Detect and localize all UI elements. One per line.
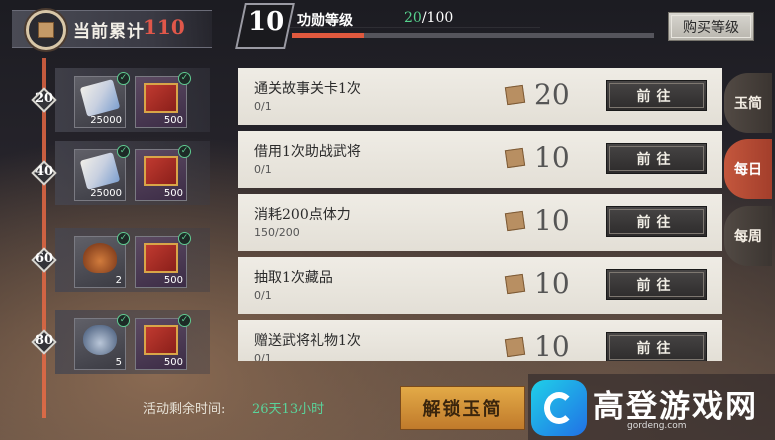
task-go-button[interactable]: 前往 [606,206,707,237]
claimed-check-icon: ✓ [117,314,130,327]
scroll-icon [79,152,121,190]
milestone-level: 80 [34,333,54,348]
task-go-button[interactable]: 前往 [606,80,707,111]
task-points: 10 [534,330,570,361]
treasure-chest-icon [144,243,178,273]
tab-weekly[interactable]: 每周 [724,206,772,266]
task-progress: 0/1 [254,100,272,113]
claimed-check-icon: ✓ [117,232,130,245]
task-points: 20 [534,78,570,111]
task-title: 通关故事关卡1次 [254,81,361,97]
level-divider [290,27,540,28]
claimed-check-icon: ✓ [117,72,130,85]
box-icon [504,147,526,169]
box-icon [504,273,526,295]
reward-item[interactable]: 25000 ✓ [74,72,130,128]
food-icon [83,243,117,273]
milestone-marker: 80 [22,329,66,355]
task-progress: 0/1 [254,352,272,361]
claimed-check-icon: ✓ [117,145,130,158]
milestone-marker: 60 [22,247,66,273]
task-title: 抽取1次藏品 [254,270,333,286]
watermark-text: 高登游戏网 [593,389,758,425]
tab-daily[interactable]: 每日 [724,139,772,199]
milestone-marker: 40 [22,160,66,186]
claimed-check-icon: ✓ [178,145,191,158]
reward-amount: 5 [115,357,122,368]
box-icon [504,84,526,106]
level-progress-text: 20/100 [404,10,453,26]
time-remaining-label: 活动剩余时间: [143,402,226,417]
reward-amount: 2 [115,275,122,286]
task-go-button[interactable]: 前往 [606,143,707,174]
task-row: 借用1次助战武将 0/1 10 前往 [238,131,722,188]
reward-item[interactable]: 500 ✓ [135,232,191,288]
task-points: 10 [534,267,570,300]
reward-item[interactable]: 2 ✓ [74,232,130,288]
reward-amount: 25000 [90,115,122,126]
level-progress-bar [292,33,654,38]
claimed-check-icon: ✓ [178,314,191,327]
box-icon [504,210,526,232]
level-number: 10 [248,7,285,37]
task-progress: 0/1 [254,163,272,176]
level-progress-current: 20 [404,10,422,26]
pouch-icon [83,325,117,355]
buy-level-button[interactable]: 购买等级 [668,12,754,41]
reward-item[interactable]: 5 ✓ [74,314,130,370]
unlock-button[interactable]: 解锁玉简 [400,386,525,430]
watermark-logo-icon [531,380,587,436]
task-row: 消耗200点体力 150/200 10 前往 [238,194,722,251]
reward-amount: 500 [163,115,183,126]
task-progress: 150/200 [254,226,300,239]
reward-amount: 500 [163,188,183,199]
reward-amount: 500 [163,357,183,368]
box-icon [504,336,526,358]
reward-amount: 500 [163,275,183,286]
reward-amount: 25000 [90,188,122,199]
reward-item[interactable]: 500 ✓ [135,145,191,201]
reward-item[interactable]: 500 ✓ [135,314,191,370]
task-title: 赠送武将礼物1次 [254,333,361,349]
time-remaining-value: 26天13小时 [252,402,325,417]
task-progress: 0/1 [254,289,272,302]
watermark-url: gordeng.com [627,421,687,431]
task-row: 通关故事关卡1次 0/1 20 前往 [238,68,722,125]
scroll-icon [79,79,121,117]
task-points: 10 [534,204,570,237]
task-go-button[interactable]: 前往 [606,332,707,361]
claimed-check-icon: ✓ [178,72,191,85]
claimed-check-icon: ✓ [178,232,191,245]
reward-item[interactable]: 25000 ✓ [74,145,130,201]
task-go-button[interactable]: 前往 [606,269,707,300]
tab-jade-slip[interactable]: 玉简 [724,73,772,133]
task-title: 消耗200点体力 [254,207,351,223]
level-progress-fill [292,33,365,38]
milestone-level: 20 [34,91,54,106]
task-title: 借用1次助战武将 [254,144,361,160]
milestone-marker: 20 [22,87,66,113]
treasure-chest-icon [144,156,178,186]
task-row: 抽取1次藏品 0/1 10 前往 [238,257,722,314]
level-progress-max: /100 [421,10,454,26]
reward-item[interactable]: 500 ✓ [135,72,191,128]
task-points: 10 [534,141,570,174]
box-icon [26,10,66,50]
milestone-level: 40 [34,164,54,179]
milestone-level: 60 [34,251,54,266]
treasure-chest-icon [144,83,178,113]
total-points-label: 当前累计 [73,22,145,42]
task-row: 赠送武将礼物1次 0/1 10 前往 [238,320,722,361]
total-points-value: 110 [143,15,185,39]
treasure-chest-icon [144,325,178,355]
